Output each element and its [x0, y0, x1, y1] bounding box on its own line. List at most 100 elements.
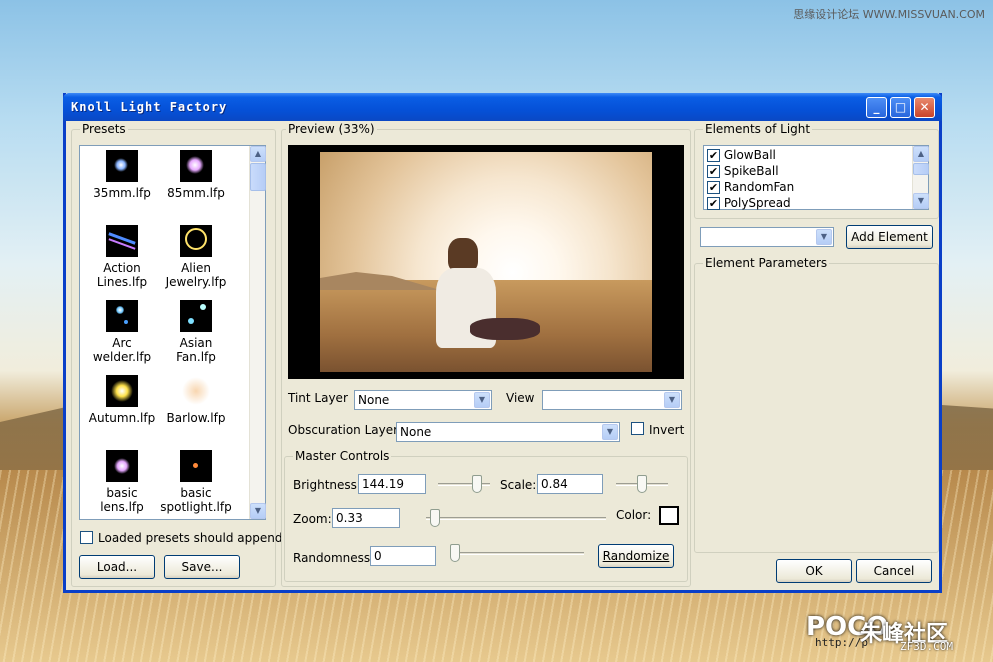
preset-item-85mm[interactable]: 85mm.lfp — [158, 150, 234, 200]
scale-slider[interactable] — [616, 474, 668, 494]
knoll-light-factory-window: Knoll Light Factory _ □ ✕ Presets 35mm.l… — [63, 93, 942, 593]
preset-label: Action Lines.lfp — [96, 261, 148, 289]
maximize-button[interactable]: □ — [890, 97, 911, 118]
load-button[interactable]: Load... — [79, 555, 155, 579]
obscuration-layer-value: None — [400, 425, 432, 439]
preview-label: Preview (33%) — [286, 122, 377, 136]
append-presets-checkbox[interactable] — [80, 531, 93, 544]
randomize-button[interactable]: Randomize — [598, 544, 674, 568]
element-label: RandomFan — [723, 180, 795, 194]
preset-label: 85mm.lfp — [167, 186, 225, 200]
scale-slider-thumb[interactable] — [637, 475, 647, 493]
scroll-down-icon[interactable]: ▼ — [250, 503, 266, 519]
flare-asian-fan-icon — [180, 300, 212, 332]
element-label: SpikeBall — [723, 164, 779, 178]
element-parameters-label: Element Parameters — [703, 256, 830, 270]
master-controls-label: Master Controls — [293, 449, 392, 463]
brightness-slider-thumb[interactable] — [472, 475, 482, 493]
chevron-down-icon[interactable]: ▼ — [664, 392, 680, 408]
cancel-button[interactable]: Cancel — [856, 559, 932, 583]
ok-button[interactable]: OK — [776, 559, 852, 583]
zoom-label: Zoom: — [293, 512, 332, 526]
append-presets-label: Loaded presets should append — [98, 531, 283, 545]
element-item-randomfan[interactable]: ✔ RandomFan — [707, 180, 794, 194]
elements-list[interactable]: ✔ GlowBall ✔ SpikeBall ✔ RandomFan ✔ Pol… — [703, 145, 929, 210]
element-item-polyspread[interactable]: ✔ PolySpread — [707, 196, 791, 210]
scale-input[interactable]: 0.84 — [537, 474, 603, 494]
element-label: GlowBall — [723, 148, 776, 162]
invert-label: Invert — [649, 423, 685, 437]
element-item-spikeball[interactable]: ✔ SpikeBall — [707, 164, 779, 178]
color-label: Color: — [616, 508, 652, 522]
add-element-button[interactable]: Add Element — [846, 225, 933, 249]
preset-item-barlow[interactable]: Barlow.lfp — [158, 375, 234, 425]
scroll-thumb[interactable] — [913, 163, 929, 175]
preset-label: Arc welder.lfp — [92, 336, 152, 364]
view-select[interactable]: ▼ — [542, 390, 682, 410]
preset-item-action-lines[interactable]: Action Lines.lfp — [84, 225, 160, 289]
preset-item-autumn[interactable]: Autumn.lfp — [84, 375, 160, 425]
flare-alien-jewelry-icon — [180, 225, 212, 257]
element-type-select[interactable]: ▼ — [700, 227, 834, 247]
preset-item-alien-jewelry[interactable]: Alien Jewelry.lfp — [158, 225, 234, 289]
element-checkbox[interactable]: ✔ — [707, 197, 720, 210]
watermark-top-right: 思缘设计论坛 WWW.MISSVUAN.COM — [793, 8, 985, 21]
presets-label: Presets — [80, 122, 128, 136]
elements-of-light-label: Elements of Light — [703, 122, 813, 136]
element-item-glowball[interactable]: ✔ GlowBall — [707, 148, 776, 162]
chevron-down-icon[interactable]: ▼ — [602, 424, 618, 440]
zoom-slider[interactable] — [426, 508, 606, 528]
preset-label: Barlow.lfp — [166, 411, 226, 425]
scale-label: Scale: — [500, 478, 537, 492]
preset-item-35mm[interactable]: 35mm.lfp — [84, 150, 160, 200]
window-title: Knoll Light Factory — [71, 100, 228, 114]
flare-basic-spotlight-icon — [180, 450, 212, 482]
element-checkbox[interactable]: ✔ — [707, 181, 720, 194]
brightness-input[interactable]: 144.19 — [358, 474, 426, 494]
preset-item-arc-welder[interactable]: Arc welder.lfp — [84, 300, 160, 364]
brightness-label: Brightness: — [293, 478, 361, 492]
element-checkbox[interactable]: ✔ — [707, 165, 720, 178]
close-button[interactable]: ✕ — [914, 97, 935, 118]
flare-85mm-icon — [180, 150, 212, 182]
tint-layer-label: Tint Layer — [288, 391, 348, 405]
scroll-up-icon[interactable]: ▲ — [913, 146, 929, 162]
preset-item-basic-spotlight[interactable]: basic spotlight.lfp — [158, 450, 234, 514]
element-checkbox[interactable]: ✔ — [707, 149, 720, 162]
flare-barlow-icon — [180, 375, 212, 407]
preset-item-basic-lens[interactable]: basic lens.lfp — [84, 450, 160, 514]
title-bar[interactable]: Knoll Light Factory _ □ ✕ — [63, 93, 942, 121]
chevron-down-icon[interactable]: ▼ — [474, 392, 490, 408]
randomness-slider[interactable] — [450, 543, 584, 563]
elements-scrollbar[interactable]: ▲ ▼ — [912, 146, 929, 209]
zoom-input[interactable]: 0.33 — [332, 508, 400, 528]
color-swatch[interactable] — [659, 506, 679, 525]
tint-layer-value: None — [358, 393, 390, 407]
preset-label: Asian Fan.lfp — [176, 336, 216, 364]
presets-list[interactable]: 35mm.lfp 85mm.lfp Action Lines.lfp Alien… — [79, 145, 266, 520]
flare-action-lines-icon — [106, 225, 138, 257]
preset-item-asian-fan[interactable]: Asian Fan.lfp — [158, 300, 234, 364]
chevron-down-icon[interactable]: ▼ — [816, 229, 832, 245]
preview-image — [320, 152, 652, 372]
view-label: View — [506, 391, 535, 405]
preview-canvas[interactable] — [288, 145, 684, 379]
tint-layer-select[interactable]: None ▼ — [354, 390, 492, 410]
brightness-slider[interactable] — [438, 474, 490, 494]
minimize-button[interactable]: _ — [866, 97, 887, 118]
scroll-thumb[interactable] — [250, 163, 266, 191]
flare-35mm-icon — [106, 150, 138, 182]
preset-label: basic lens.lfp — [100, 486, 144, 514]
randomness-slider-thumb[interactable] — [450, 544, 460, 562]
randomness-input[interactable]: 0 — [370, 546, 436, 566]
obscuration-layer-label: Obscuration Layer — [288, 423, 399, 437]
save-button[interactable]: Save... — [164, 555, 240, 579]
zoom-slider-thumb[interactable] — [430, 509, 440, 527]
obscuration-layer-select[interactable]: None ▼ — [396, 422, 620, 442]
scroll-down-icon[interactable]: ▼ — [913, 193, 929, 209]
scroll-up-icon[interactable]: ▲ — [250, 146, 266, 162]
preset-label: basic spotlight.lfp — [160, 486, 232, 514]
flare-arc-welder-icon — [106, 300, 138, 332]
invert-checkbox[interactable] — [631, 422, 644, 435]
presets-scrollbar[interactable]: ▲ ▼ — [249, 146, 266, 519]
